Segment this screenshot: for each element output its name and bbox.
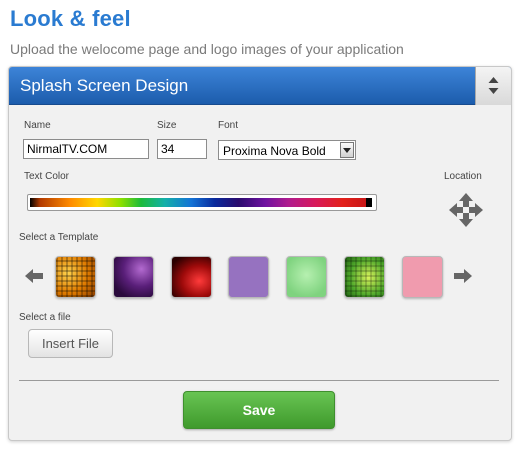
template-prev-button[interactable]	[25, 269, 43, 288]
text-color-picker[interactable]	[27, 194, 377, 211]
splash-screen-panel: Splash Screen Design Name Size Font Prox…	[8, 66, 512, 441]
template-next-button[interactable]	[454, 269, 472, 288]
template-light-green[interactable]	[286, 256, 327, 298]
updown-chevron-icon	[488, 77, 499, 94]
arrow-right-icon	[454, 269, 472, 283]
name-label: Name	[24, 120, 51, 131]
location-label: Location	[444, 171, 482, 182]
template-red-swirl[interactable]	[171, 256, 212, 298]
size-input[interactable]	[157, 139, 207, 159]
move-arrows-icon	[449, 193, 483, 227]
color-picker-black-end[interactable]	[366, 198, 372, 207]
name-input[interactable]	[23, 139, 149, 159]
panel-title: Splash Screen Design	[20, 76, 189, 95]
page-title: Look & feel	[10, 6, 131, 31]
dropdown-triangle-icon	[340, 142, 354, 158]
template-orange-mosaic[interactable]	[55, 256, 96, 298]
size-label: Size	[157, 120, 177, 131]
template-green-mosaic[interactable]	[344, 256, 385, 298]
template-lavender[interactable]	[228, 256, 269, 298]
save-button[interactable]: Save	[183, 391, 335, 429]
template-pink[interactable]	[402, 256, 443, 298]
text-color-label: Text Color	[24, 171, 70, 182]
color-spectrum[interactable]	[30, 198, 366, 207]
panel-toggle-button[interactable]	[475, 67, 511, 105]
font-label: Font	[218, 120, 239, 131]
page-subtitle: Upload the welocome page and logo images…	[10, 41, 404, 57]
location-control[interactable]	[449, 193, 483, 232]
file-label: Select a file	[19, 312, 71, 323]
template-purple-abstract[interactable]	[113, 256, 154, 298]
arrow-left-icon	[25, 269, 43, 283]
panel-header[interactable]: Splash Screen Design	[9, 67, 511, 105]
insert-file-button[interactable]: Insert File	[28, 329, 113, 358]
divider	[19, 380, 499, 381]
template-label: Select a Template	[19, 232, 99, 243]
font-select[interactable]: Proxima Nova Bold	[218, 140, 356, 160]
font-select-value: Proxima Nova Bold	[223, 144, 326, 158]
